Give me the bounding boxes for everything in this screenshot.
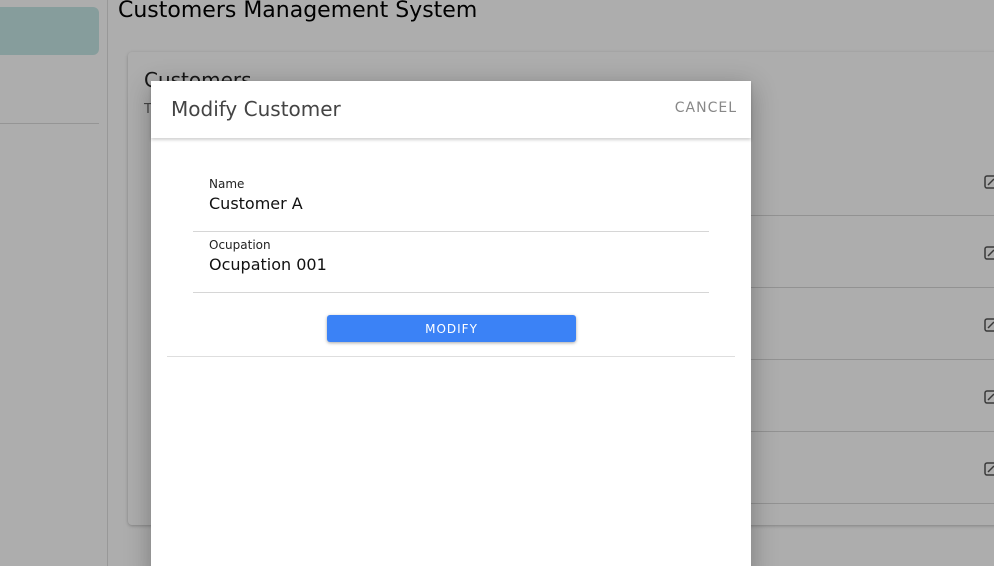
ocupation-field-label: Ocupation [209,238,271,252]
name-input[interactable] [209,194,689,213]
modify-customer-dialog: Modify Customer CANCEL Name Ocupation MO… [151,81,751,566]
cancel-button[interactable]: CANCEL [675,100,737,116]
modify-button[interactable]: MODIFY [327,315,576,342]
dialog-divider [167,356,735,357]
ocupation-field[interactable]: Ocupation [193,231,709,293]
app-root: Customers Management System Customers T [0,0,994,566]
name-field-label: Name [209,177,245,191]
name-field[interactable]: Name [193,170,709,232]
dialog-title: Modify Customer [171,97,341,121]
dialog-header: Modify Customer CANCEL [151,81,751,138]
ocupation-input[interactable] [209,255,689,274]
